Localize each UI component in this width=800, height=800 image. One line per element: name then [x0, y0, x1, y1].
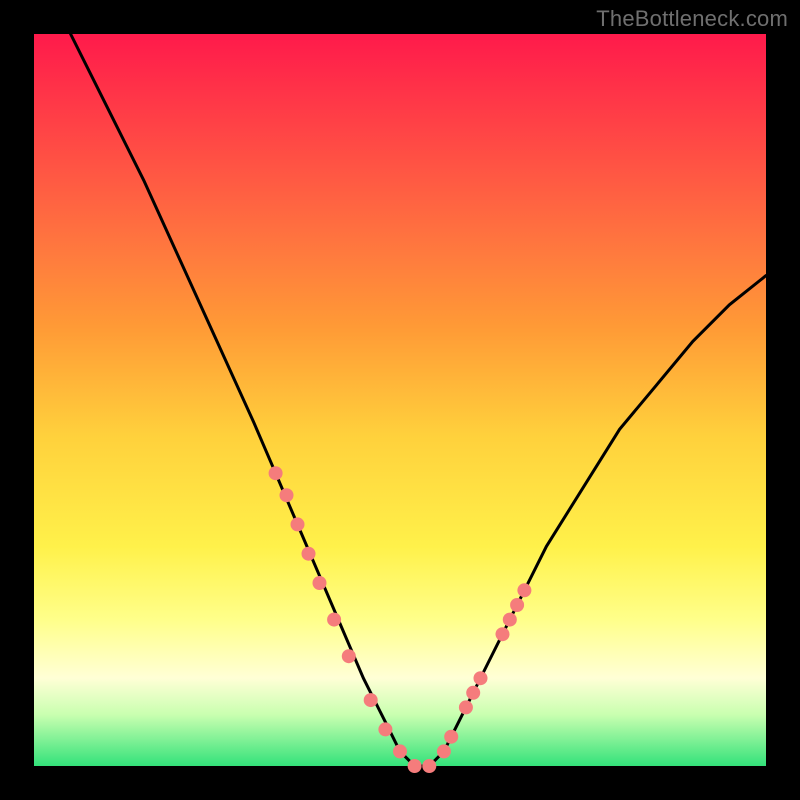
data-point	[269, 466, 283, 480]
data-point	[422, 759, 436, 773]
data-point	[280, 488, 294, 502]
data-point	[364, 693, 378, 707]
data-point	[517, 583, 531, 597]
curve-markers	[269, 466, 532, 773]
chart-frame: TheBottleneck.com	[0, 0, 800, 800]
data-point	[327, 613, 341, 627]
data-point	[459, 700, 473, 714]
data-point	[378, 722, 392, 736]
data-point	[342, 649, 356, 663]
data-point	[510, 598, 524, 612]
data-point	[466, 686, 480, 700]
watermark-text: TheBottleneck.com	[596, 6, 788, 32]
data-point	[496, 627, 510, 641]
data-point	[313, 576, 327, 590]
data-point	[408, 759, 422, 773]
curve-svg	[34, 34, 766, 766]
data-point	[291, 517, 305, 531]
data-point	[393, 744, 407, 758]
plot-area	[34, 34, 766, 766]
data-point	[503, 613, 517, 627]
data-point	[437, 744, 451, 758]
data-point	[474, 671, 488, 685]
data-point	[302, 547, 316, 561]
bottleneck-curve	[71, 34, 766, 766]
data-point	[444, 730, 458, 744]
